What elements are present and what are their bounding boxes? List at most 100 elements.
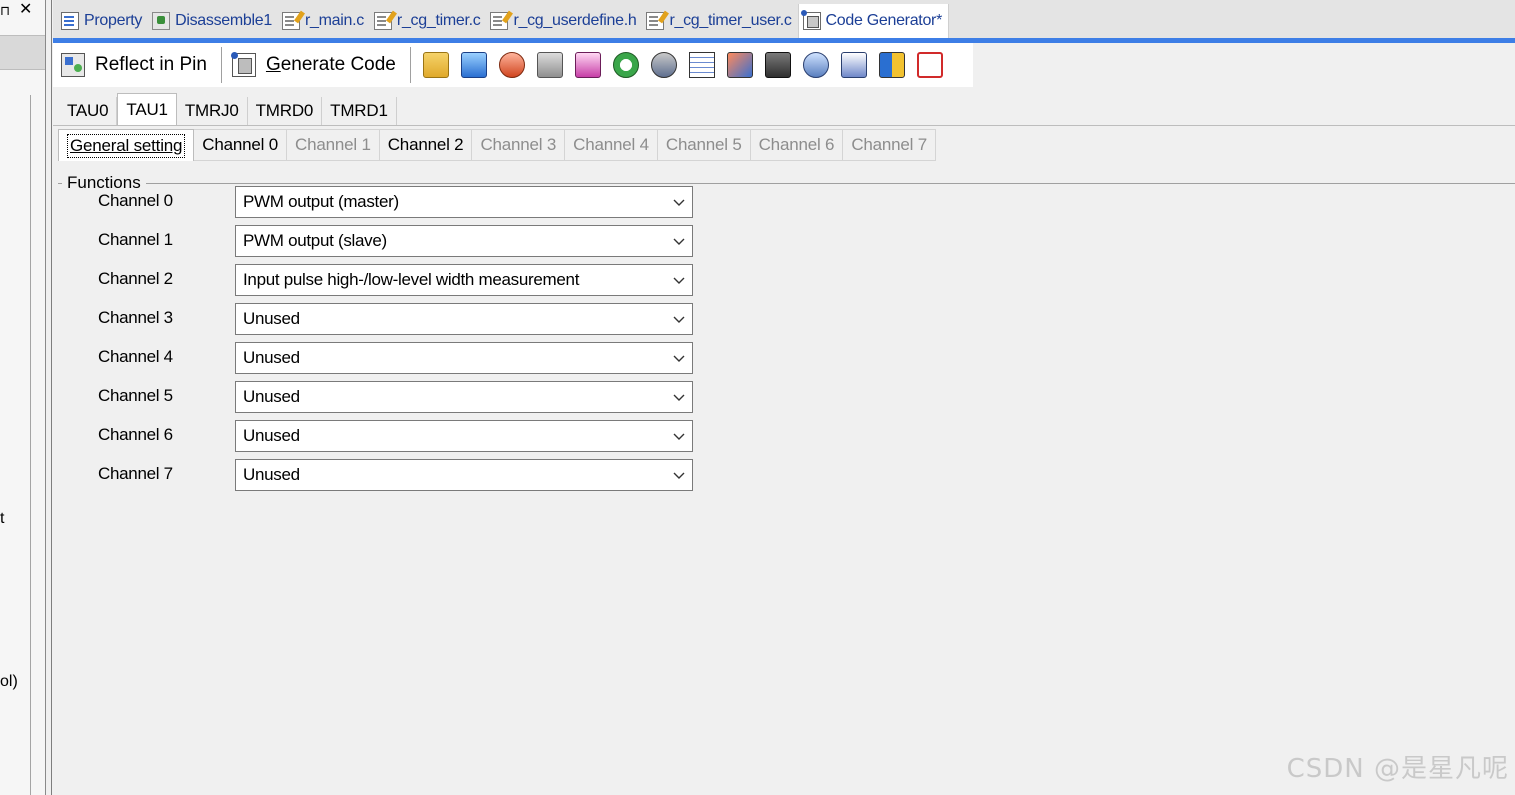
doc-tab[interactable]: r_cg_timer_user.c (642, 4, 797, 38)
doc-tab[interactable]: r_cg_timer.c (370, 4, 487, 38)
function-row: Channel 5 Unused (58, 381, 758, 413)
chevron-down-icon (673, 277, 685, 284)
reflect-in-pin-icon (61, 53, 85, 77)
elc-icon[interactable] (878, 52, 905, 78)
timer-settings-panel: General setting Channel 0 Channel 1 Channel… (53, 125, 1515, 795)
tab-label: General setting (67, 133, 186, 158)
serial-icon[interactable] (536, 52, 563, 78)
function-row: Channel 7 Unused (58, 459, 758, 491)
generate-code-label: Generate Code (265, 54, 396, 75)
tab-label: Channel 5 (665, 135, 742, 154)
channel-tab-bar: General setting Channel 0 Channel 1 Channel… (58, 129, 937, 161)
channel-label: Channel 3 (98, 308, 173, 327)
channel-function-select[interactable]: Unused (235, 303, 693, 335)
tab-channel-2[interactable]: Channel 2 (379, 129, 473, 161)
c-file-icon (281, 12, 300, 30)
tab-channel-3: Channel 3 (472, 129, 566, 161)
channel-function-select[interactable]: Unused (235, 342, 693, 374)
main-area: Property Disassemble1 r_main.c r_cg_timer.c… (53, 0, 1515, 795)
a-d-converter-icon[interactable] (574, 52, 601, 78)
doc-tab[interactable]: Code Generator* (797, 4, 950, 38)
select-value: PWM output (master) (243, 192, 399, 211)
timer-icon[interactable] (612, 52, 639, 78)
doc-tab-label: r_main.c (304, 12, 364, 29)
function-row: Channel 1 PWM output (slave) (58, 225, 758, 257)
select-value: Unused (243, 348, 300, 367)
panel-toolbar-strip (0, 35, 45, 70)
left-dock-panel: ⊓ ✕ t ol) (0, 0, 46, 795)
chevron-down-icon (673, 433, 685, 440)
tab-tmrj0[interactable]: TMRJ0 (177, 97, 248, 125)
lcd-icon[interactable] (688, 52, 715, 78)
tab-channel-0[interactable]: Channel 0 (194, 129, 288, 161)
channel-function-select[interactable]: Unused (235, 420, 693, 452)
channel-label: Channel 5 (98, 386, 173, 405)
doc-tab[interactable]: r_main.c (278, 4, 370, 38)
property-icon (61, 12, 79, 30)
tab-label: Channel 1 (295, 135, 371, 154)
panel-splitter[interactable] (46, 0, 52, 795)
select-value: Unused (243, 465, 300, 484)
close-icon[interactable]: ✕ (19, 1, 32, 19)
watermark: CSDN @是星凡呢 (1286, 754, 1509, 784)
doc-tab[interactable]: Disassemble1 (148, 4, 278, 38)
function-row: Channel 4 Unused (58, 342, 758, 374)
doc-tab[interactable]: r_cg_userdefine.h (486, 4, 642, 38)
disassemble-icon (152, 12, 171, 30)
c-file-icon (373, 12, 392, 30)
truncated-text: ol) (0, 673, 18, 690)
doc-tab-label: Property (84, 12, 143, 29)
dtc-icon[interactable] (764, 52, 791, 78)
channel-label: Channel 1 (98, 230, 173, 249)
tab-label: Channel 7 (851, 135, 928, 154)
channel-function-select[interactable]: Unused (235, 459, 693, 491)
c-file-icon (646, 12, 665, 30)
channel-function-select[interactable]: Unused (235, 381, 693, 413)
tab-label: Channel 3 (480, 135, 557, 154)
tab-label: Channel 6 (758, 135, 835, 154)
tab-tau0[interactable]: TAU0 (59, 97, 118, 125)
tab-label: Channel 0 (202, 135, 279, 154)
document-tab-bar: Property Disassemble1 r_main.c r_cg_timer.c… (53, 0, 1515, 38)
pin-icon[interactable]: ⊓ (0, 4, 10, 18)
watchdog-icon[interactable] (650, 52, 677, 78)
select-value: Unused (243, 309, 300, 328)
doc-tab-label: r_cg_userdefine.h (513, 12, 637, 29)
tab-general-setting[interactable]: General setting (58, 129, 195, 161)
function-row: Channel 2 Input pulse high-/low-level wid… (58, 264, 758, 296)
toolbar-separator (220, 47, 222, 83)
tab-label: Channel 4 (573, 135, 649, 154)
channel-function-select[interactable]: PWM output (slave) (235, 225, 693, 257)
tab-tmrd0[interactable]: TMRD0 (248, 97, 323, 125)
doc-tab-label: Code Generator* (825, 12, 943, 29)
truncated-text: t (0, 510, 5, 527)
panel-divider (30, 95, 31, 795)
generate-code-button[interactable]: Generate Code (228, 47, 404, 83)
sound-icon[interactable] (802, 52, 829, 78)
doc-tab-label: Disassemble1 (175, 12, 272, 29)
channel-function-select[interactable]: Input pulse high-/low-level width measur… (235, 264, 693, 296)
clock-generator-icon[interactable] (422, 52, 449, 78)
interrupt-icon[interactable] (498, 52, 525, 78)
tab-channel-7: Channel 7 (843, 129, 937, 161)
function-row: Channel 3 Unused (58, 303, 758, 335)
channel-function-select[interactable]: PWM output (master) (235, 186, 693, 218)
select-value: Unused (243, 387, 300, 406)
group-border (58, 183, 1515, 184)
comparator-icon[interactable] (726, 52, 753, 78)
reflect-in-pin-button[interactable]: Reflect in Pin (57, 47, 215, 83)
tab-label: Channel 2 (387, 135, 464, 154)
doc-tab[interactable]: Property (57, 4, 148, 38)
tab-tmrd1[interactable]: TMRD1 (322, 97, 397, 125)
tab-tau1[interactable]: TAU1 (117, 93, 177, 125)
h-file-icon (490, 12, 509, 30)
function-row: Channel 0 PWM output (master) (58, 186, 758, 218)
port-icon[interactable] (460, 52, 487, 78)
channel-label: Channel 2 (98, 269, 173, 288)
battery-icon[interactable] (916, 52, 943, 78)
doc-tab-label: r_cg_timer_user.c (669, 12, 792, 29)
pwm-icon[interactable] (840, 52, 867, 78)
chevron-down-icon (673, 199, 685, 206)
code-generator-toolbar: Reflect in Pin Generate Code (53, 43, 973, 87)
channel-label: Channel 0 (98, 191, 173, 210)
